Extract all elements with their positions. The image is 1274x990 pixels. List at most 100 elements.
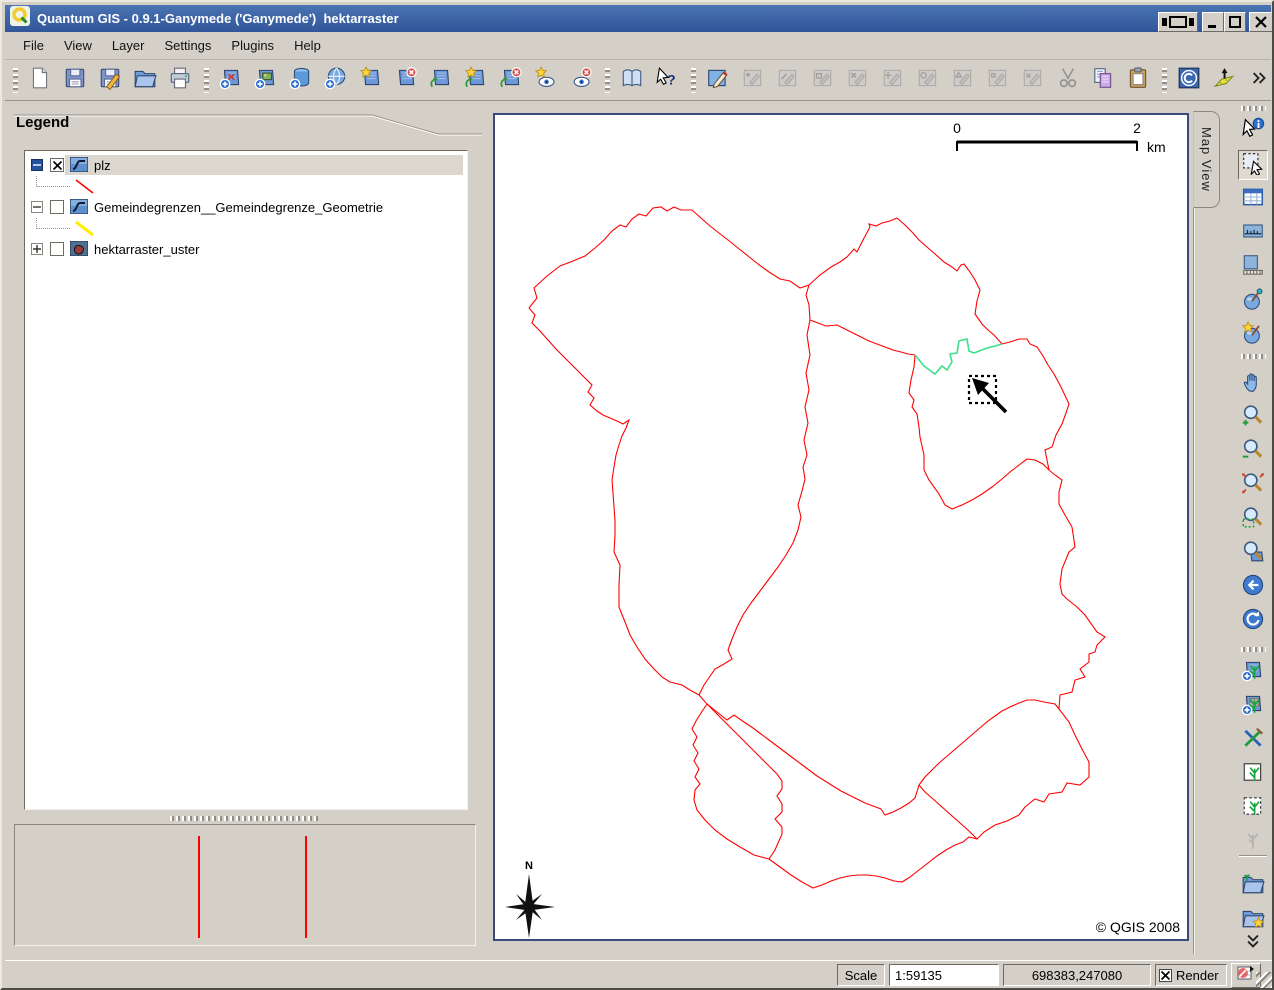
layer-label: Gemeindegrenzen__Gemeindegrenze_Geometri… [94, 200, 383, 215]
legend-layer-row[interactable]: hektarraster_uster [25, 239, 467, 260]
layer-visibility-checkbox[interactable] [50, 200, 64, 214]
zoom-in-button[interactable] [1238, 402, 1268, 432]
refresh-map-button[interactable] [1238, 606, 1268, 636]
render-checkbox[interactable] [1159, 969, 1172, 982]
zoom-full-button[interactable] [1238, 470, 1268, 500]
new-project-button[interactable] [25, 65, 55, 95]
show-bookmarks-button[interactable] [1238, 286, 1268, 316]
pan-map-button[interactable] [1238, 368, 1268, 398]
menu-file[interactable]: File [13, 34, 54, 57]
overview-extent-line [198, 836, 200, 938]
remove-all-from-overview-button[interactable] [496, 65, 526, 95]
toggle-editing-button[interactable] [703, 65, 733, 95]
add-island-button [948, 65, 978, 95]
identify-button[interactable] [1238, 116, 1268, 146]
zoom-out-icon [1241, 437, 1265, 466]
toolbar-handle[interactable] [691, 68, 696, 93]
add-grass-vector-layer-button[interactable] [1238, 657, 1268, 687]
copyright-label-button[interactable] [1174, 65, 1204, 95]
zoom-out-button[interactable] [1238, 436, 1268, 466]
scale-input[interactable] [889, 964, 999, 986]
toolbar-handle[interactable] [204, 68, 209, 93]
add-raster-layer-button[interactable] [251, 65, 281, 95]
map-overview-panel[interactable] [14, 824, 476, 946]
select-features-button[interactable] [1238, 150, 1268, 180]
whats-this-button[interactable]: ? [652, 65, 682, 95]
legend-tree[interactable]: plz Gemeindegrenzen__Gemeindegrenze_Geome… [24, 150, 468, 810]
render-label: Render [1176, 968, 1219, 983]
add-vector-layer-button[interactable] [216, 65, 246, 95]
qgis-logo-icon [10, 6, 30, 31]
resize-grip[interactable] [1256, 972, 1273, 989]
delete-selected-icon [846, 66, 870, 95]
open-project-icon [133, 66, 157, 95]
toolbar-handle[interactable] [13, 68, 18, 93]
add-to-overview-button[interactable] [426, 65, 456, 95]
toolbar-overflow-button[interactable] [1247, 65, 1269, 95]
menu-view[interactable]: View [54, 34, 102, 57]
new-vector-layer-button[interactable] [356, 65, 386, 95]
toolbar-handle[interactable] [605, 68, 610, 93]
zoom-to-selection-button[interactable] [1238, 504, 1268, 534]
help-contents-button[interactable] [617, 65, 647, 95]
save-project-button[interactable] [60, 65, 90, 95]
grass-tools-button[interactable] [1238, 725, 1268, 755]
tab-map-view[interactable]: Map View [1193, 111, 1220, 208]
layer-visibility-checkbox[interactable] [50, 242, 64, 256]
north-arrow-button[interactable] [1209, 65, 1239, 95]
minimize-button[interactable] [1202, 12, 1224, 32]
menu-settings[interactable]: Settings [154, 34, 221, 57]
menu-plugins[interactable]: Plugins [221, 34, 284, 57]
toolbar-overflow-button[interactable] [1238, 932, 1268, 954]
menu-layer[interactable]: Layer [102, 34, 155, 57]
zoom-to-layer-button[interactable] [1238, 538, 1268, 568]
tree-expander[interactable] [31, 243, 43, 255]
window-layout-button[interactable] [1158, 12, 1198, 32]
add-island-icon [951, 66, 975, 95]
paste-features-button[interactable] [1123, 65, 1153, 95]
save-project-as-icon [98, 66, 122, 95]
svg-text:?: ? [667, 72, 676, 88]
layer-visibility-checkbox[interactable] [50, 158, 64, 172]
add-wms-layer-button[interactable] [321, 65, 351, 95]
tree-expander[interactable] [31, 159, 43, 171]
save-project-as-button[interactable] [95, 65, 125, 95]
legend-layer-row[interactable]: plz [25, 155, 467, 176]
edit-grass-vector-button[interactable] [1238, 793, 1268, 823]
remove-layer-button[interactable] [391, 65, 421, 95]
toolbar-handle[interactable] [1241, 106, 1266, 111]
tree-connector [36, 218, 70, 229]
print-button[interactable] [165, 65, 195, 95]
legend-layer-row[interactable]: Gemeindegrenzen__Gemeindegrenze_Geometri… [25, 197, 467, 218]
save-project-icon [63, 66, 87, 95]
new-bookmark-button[interactable] [1238, 320, 1268, 350]
zoom-last-button[interactable] [1238, 572, 1268, 602]
menu-help[interactable]: Help [284, 34, 331, 57]
maximize-button[interactable] [1224, 12, 1246, 32]
map-canvas[interactable]: 02kmN© QGIS 2008 [493, 113, 1189, 941]
measure-line-button[interactable] [1238, 218, 1268, 248]
add-all-to-overview-button[interactable] [461, 65, 491, 95]
overview-drag-handle[interactable] [170, 816, 320, 821]
add-grass-raster-layer-button[interactable] [1238, 691, 1268, 721]
chevron-right-icon [1246, 66, 1270, 95]
tree-expander[interactable] [31, 201, 43, 213]
measure-area-button[interactable] [1238, 252, 1268, 282]
open-attribute-table-button[interactable] [1238, 184, 1268, 214]
zoom-to-selection-icon [1241, 505, 1265, 534]
toolbar-handle[interactable] [1241, 647, 1266, 652]
new-grass-vector-button[interactable] [1238, 759, 1268, 789]
boundary-east-boundary [1002, 339, 1105, 709]
paste-features-icon [1126, 66, 1150, 95]
copy-features-button[interactable] [1088, 65, 1118, 95]
toolbar-handle[interactable] [1162, 68, 1167, 93]
selection-highlight [65, 155, 463, 175]
open-grass-mapset-button[interactable] [1238, 871, 1268, 901]
hide-all-layers-button[interactable] [566, 65, 596, 95]
show-all-layers-button[interactable] [531, 65, 561, 95]
add-postgis-layer-button[interactable] [286, 65, 316, 95]
toolbar-handle[interactable] [1241, 354, 1266, 359]
close-button[interactable] [1249, 12, 1273, 32]
chevron-down-icon [1241, 929, 1265, 958]
open-project-button[interactable] [130, 65, 160, 95]
